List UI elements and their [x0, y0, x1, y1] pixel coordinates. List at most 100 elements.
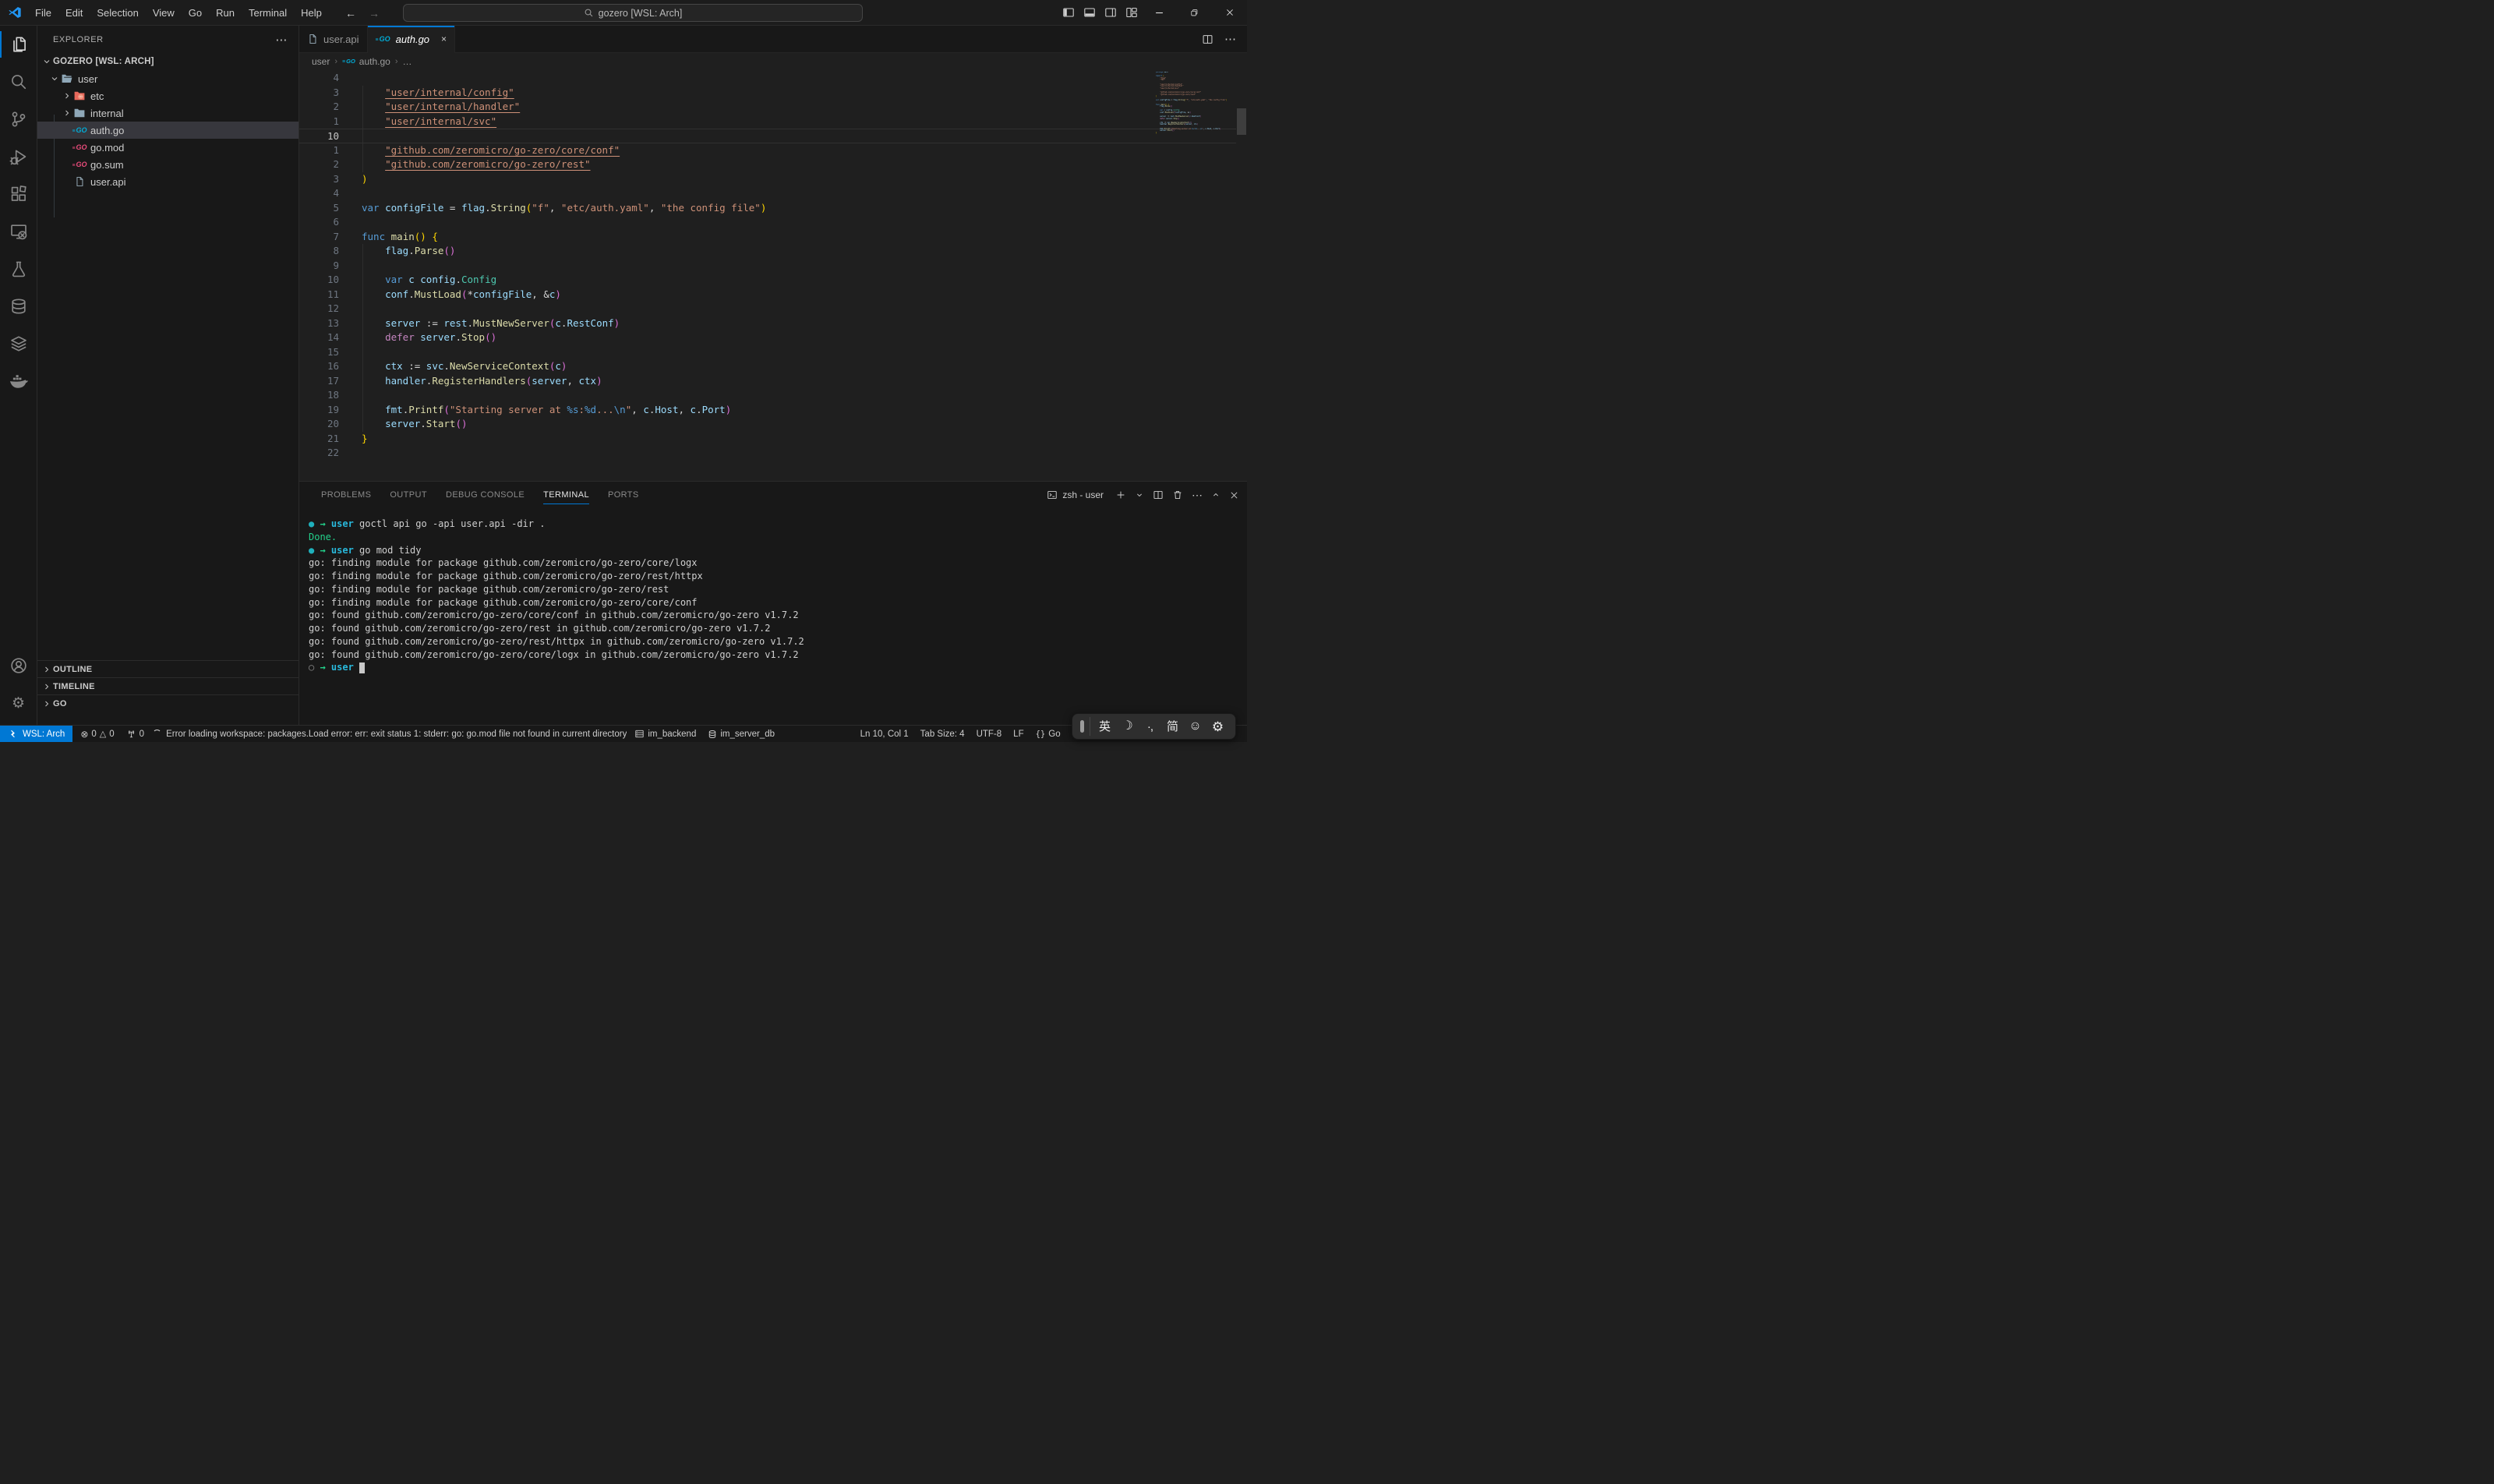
command-center-search[interactable]: gozero [WSL: Arch]	[403, 4, 863, 22]
toggle-primary-sidebar-icon[interactable]	[1058, 0, 1079, 25]
ports-indicator[interactable]: 0	[122, 729, 148, 739]
breadcrumb-item[interactable]: …	[403, 56, 412, 67]
status-indentation[interactable]: Tab Size: 4	[920, 730, 965, 739]
tree-item-file-auth-go[interactable]: ≡GOauth.go	[37, 122, 299, 139]
panel-tab-ports[interactable]: PORTS	[608, 482, 639, 508]
close-icon[interactable]: ×	[441, 34, 447, 44]
code-line-16: 6	[299, 215, 1236, 230]
section-go[interactable]: GO	[37, 694, 299, 712]
activity-explorer[interactable]	[0, 26, 37, 63]
remote-indicator[interactable]: WSL: Arch	[0, 726, 72, 742]
status-encoding[interactable]: UTF-8	[977, 730, 1002, 739]
code-line-9: 1 "user/internal/svc"	[299, 115, 1236, 129]
status-language-mode[interactable]: {}Go	[1036, 730, 1061, 739]
menu-file[interactable]: File	[28, 4, 58, 22]
close-icon[interactable]	[1212, 0, 1247, 25]
menu-terminal[interactable]: Terminal	[242, 4, 294, 22]
code-lines: 43 "user/internal/config"2 "user/interna…	[299, 71, 1236, 461]
customize-layout-icon[interactable]	[1121, 0, 1142, 25]
section-timeline[interactable]: TIMELINE	[37, 677, 299, 694]
kill-terminal-icon[interactable]	[1172, 489, 1183, 500]
panel-more-icon[interactable]: ⋯	[1192, 489, 1203, 502]
maximize-panel-icon[interactable]	[1211, 490, 1221, 500]
panel-tab-problems[interactable]: PROBLEMS	[321, 482, 371, 508]
source-control-icon	[9, 110, 28, 129]
split-editor-icon[interactable]	[1202, 34, 1213, 45]
backend-task[interactable]: im_backend	[631, 729, 700, 739]
tab-auth-go[interactable]: ≡GOauth.go×	[368, 26, 456, 53]
menu-view[interactable]: View	[146, 4, 182, 22]
menu-go[interactable]: Go	[182, 4, 209, 22]
activity-remote-explorer[interactable]	[0, 213, 37, 250]
new-terminal-icon[interactable]	[1115, 489, 1126, 500]
tree-item-folder-internal[interactable]: internal	[37, 104, 299, 122]
tree-item-file-go-sum[interactable]: ≡GOgo.sum	[37, 156, 299, 173]
line-number: 3	[299, 86, 349, 101]
menu-run[interactable]: Run	[209, 4, 242, 22]
breadcrumb-item[interactable]: user	[312, 56, 330, 67]
ime-simplified-icon[interactable]: 简	[1161, 721, 1184, 733]
line-number: 20	[299, 417, 349, 432]
status-eol[interactable]: LF	[1013, 730, 1023, 739]
terminal-dropdown-icon[interactable]	[1135, 490, 1144, 500]
activity-layers[interactable]	[0, 325, 37, 362]
account-icon	[9, 656, 28, 675]
menu-selection[interactable]: Selection	[90, 4, 145, 22]
tab-label: user.api	[323, 34, 359, 45]
split-terminal-icon[interactable]	[1153, 489, 1164, 500]
forward-icon[interactable]: →	[369, 7, 380, 19]
ime-emoji-icon[interactable]: ☺	[1184, 720, 1206, 733]
explorer-actions-icon[interactable]: ⋯	[275, 33, 288, 47]
problems-indicator[interactable]: ⊗ 0 △ 0	[76, 729, 118, 740]
menu-help[interactable]: Help	[294, 4, 329, 22]
toggle-secondary-sidebar-icon[interactable]	[1100, 0, 1121, 25]
ime-punctuation-icon[interactable]: ·,	[1139, 721, 1161, 733]
section-label: TIMELINE	[53, 682, 95, 691]
tab-user-api[interactable]: user.api	[299, 26, 368, 52]
section-outline[interactable]: OUTLINE	[37, 660, 299, 677]
activity-database[interactable]	[0, 288, 37, 325]
back-icon[interactable]: ←	[345, 7, 356, 19]
activity-settings[interactable]: ⚙	[0, 684, 37, 722]
workspace-error-message[interactable]: Error loading workspace: packages.Load e…	[153, 730, 627, 739]
editor-scrollbar[interactable]	[1236, 70, 1247, 481]
status-cursor-position[interactable]: Ln 10, Col 1	[860, 730, 909, 739]
breadcrumb-item[interactable]: ≡GOauth.go	[342, 56, 390, 67]
tree-item-root-gozero[interactable]: GOZERO [WSL: ARCH]	[37, 53, 299, 70]
activity-docker[interactable]	[0, 362, 37, 400]
terminal-output[interactable]: ● → user goctl api go -api user.api -dir…	[299, 508, 1247, 725]
ime-english-icon[interactable]: 英	[1093, 721, 1116, 733]
activity-search[interactable]	[0, 63, 37, 101]
ime-settings-icon[interactable]: ⚙	[1206, 720, 1229, 733]
activity-testing[interactable]	[0, 250, 37, 288]
database-task[interactable]: im_server_db	[704, 730, 779, 739]
close-panel-icon[interactable]	[1229, 490, 1239, 500]
minimap[interactable]: package main import ( "flag" "fmt" "user…	[1156, 72, 1236, 134]
activity-run-debug[interactable]	[0, 138, 37, 175]
tree-item-folder-user[interactable]: user	[37, 70, 299, 87]
restore-icon[interactable]	[1177, 0, 1212, 25]
terminal-instance[interactable]: zsh - user	[1047, 489, 1104, 500]
toggle-panel-icon[interactable]	[1079, 0, 1100, 25]
activity-source-control[interactable]	[0, 101, 37, 138]
tree-item-folder-etc[interactable]: etc	[37, 87, 299, 104]
panel-tab-terminal[interactable]: TERMINAL	[543, 482, 589, 508]
warning-icon: △	[100, 729, 106, 739]
code-line-28: 18	[299, 388, 1236, 403]
code-editor[interactable]: 43 "user/internal/config"2 "user/interna…	[299, 70, 1247, 481]
activity-account[interactable]	[0, 647, 37, 684]
tree-item-label: internal	[90, 108, 124, 119]
panel-tab-debug-console[interactable]: DEBUG CONSOLE	[446, 482, 525, 508]
more-actions-icon[interactable]: ⋯	[1224, 32, 1236, 46]
minimize-icon[interactable]	[1142, 0, 1177, 25]
tree-item-file-user-api[interactable]: user.api	[37, 173, 299, 190]
activity-extensions[interactable]	[0, 175, 37, 213]
tree-item-file-go-mod[interactable]: ≡GOgo.mod	[37, 139, 299, 156]
scrollbar-thumb[interactable]	[1237, 108, 1246, 135]
line-number: 21	[299, 432, 349, 447]
ime-moon-icon[interactable]: ☽	[1116, 720, 1139, 733]
code-line-20: 10 var c config.Config	[299, 273, 1236, 288]
terminal-label: zsh - user	[1062, 489, 1104, 500]
panel-tab-output[interactable]: OUTPUT	[390, 482, 427, 508]
menu-edit[interactable]: Edit	[58, 4, 90, 22]
